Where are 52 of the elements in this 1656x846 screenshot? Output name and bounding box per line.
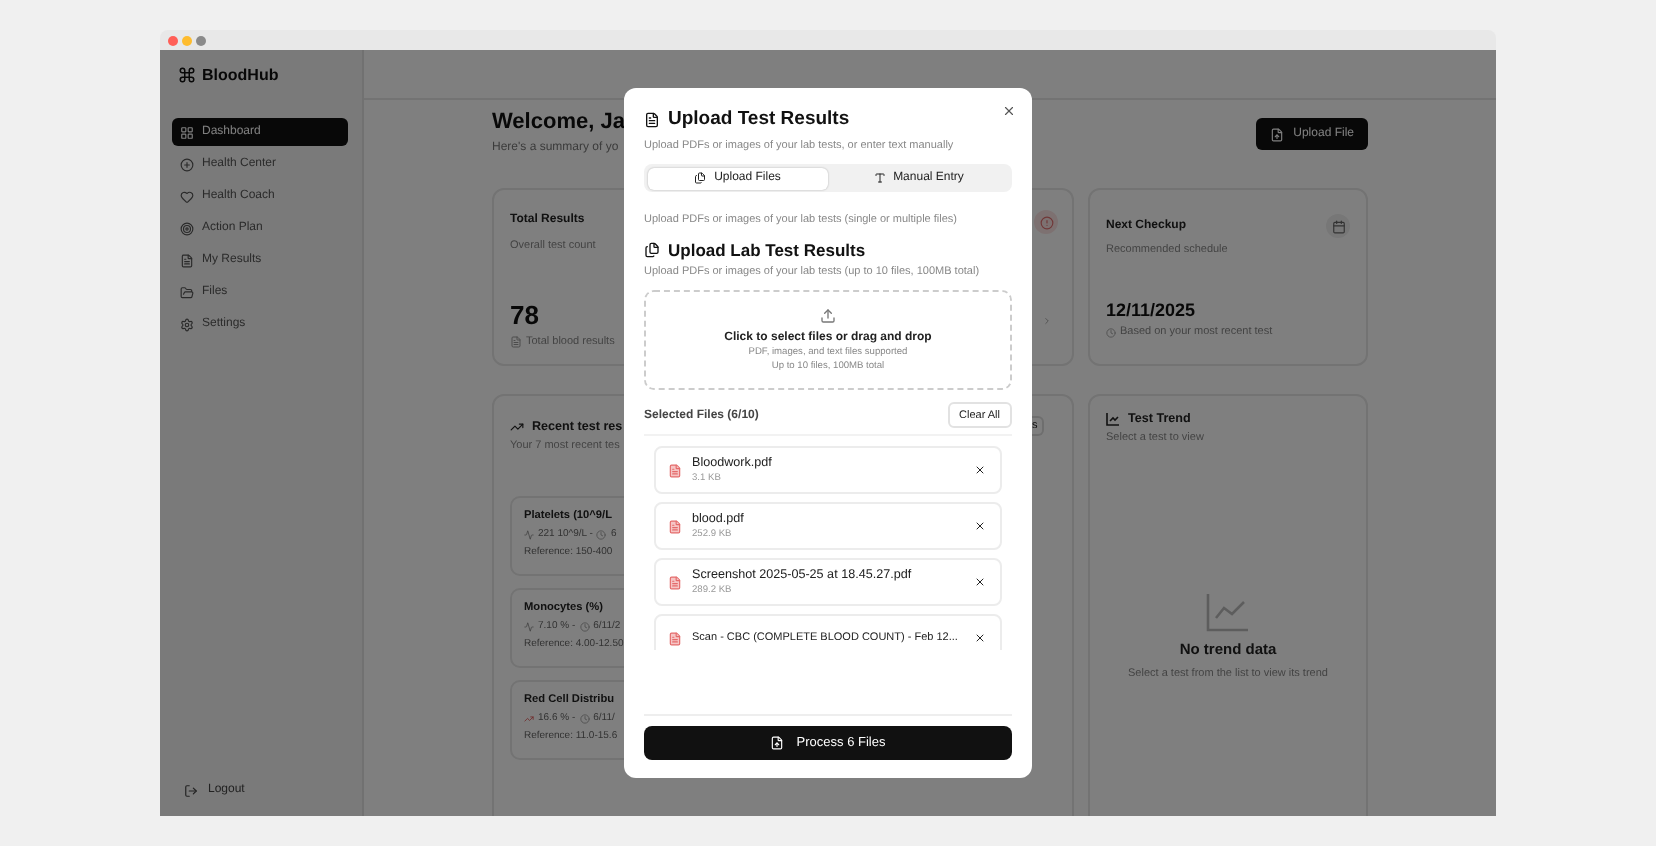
remove-file-button[interactable] — [972, 518, 988, 534]
close-icon — [974, 632, 986, 644]
section-title: Upload Lab Test Results — [668, 240, 866, 260]
chevron-right-icon — [1042, 316, 1052, 326]
trend-up-icon — [510, 420, 524, 434]
total-count: 78 — [510, 300, 541, 330]
chart-icon — [1106, 412, 1120, 426]
pulse-icon — [524, 621, 534, 631]
minimize-window-dot[interactable] — [182, 35, 192, 45]
clock-icon — [579, 713, 590, 723]
brand-name: BloodHub — [202, 66, 279, 84]
remove-file-button[interactable] — [972, 630, 988, 646]
plus-circle-icon — [180, 157, 194, 171]
pulse-icon — [524, 529, 534, 539]
heart-icon — [180, 189, 194, 203]
zoom-window-dot[interactable] — [196, 35, 206, 45]
upload-icon — [820, 308, 836, 324]
remove-file-button[interactable] — [972, 574, 988, 590]
file-upload-icon — [770, 736, 785, 750]
close-window-dot[interactable] — [168, 35, 178, 45]
logout-icon — [184, 783, 198, 797]
document-icon — [180, 253, 194, 267]
pdf-file-icon — [668, 575, 682, 589]
close-icon — [1002, 104, 1016, 118]
document-icon — [510, 336, 522, 348]
grid-icon — [180, 125, 194, 139]
command-icon — [178, 66, 196, 84]
pdf-file-icon — [668, 463, 682, 477]
checkup-date: 12/11/2025 — [1106, 300, 1198, 320]
close-icon — [974, 576, 986, 588]
alert-icon — [1039, 215, 1053, 229]
pdf-file-icon — [668, 631, 682, 645]
clock-icon — [596, 529, 607, 539]
target-icon — [180, 221, 194, 235]
line-chart-icon — [1206, 592, 1250, 633]
trend-up-icon — [524, 713, 534, 723]
document-icon — [644, 111, 660, 127]
clock-icon — [1106, 327, 1116, 337]
settings-icon — [180, 317, 194, 331]
pdf-file-icon — [668, 519, 682, 533]
close-button[interactable] — [1000, 102, 1018, 120]
files-icon — [694, 172, 707, 184]
calendar-icon — [1331, 219, 1345, 233]
file-upload-icon — [1269, 127, 1284, 141]
clock-icon — [579, 621, 590, 631]
text-icon — [873, 172, 886, 184]
close-icon — [974, 520, 986, 532]
close-icon — [974, 464, 986, 476]
files-icon — [644, 242, 660, 258]
folder-icon — [180, 285, 194, 299]
remove-file-button[interactable] — [972, 462, 988, 478]
dialog-title: Upload Test Results — [668, 108, 850, 130]
